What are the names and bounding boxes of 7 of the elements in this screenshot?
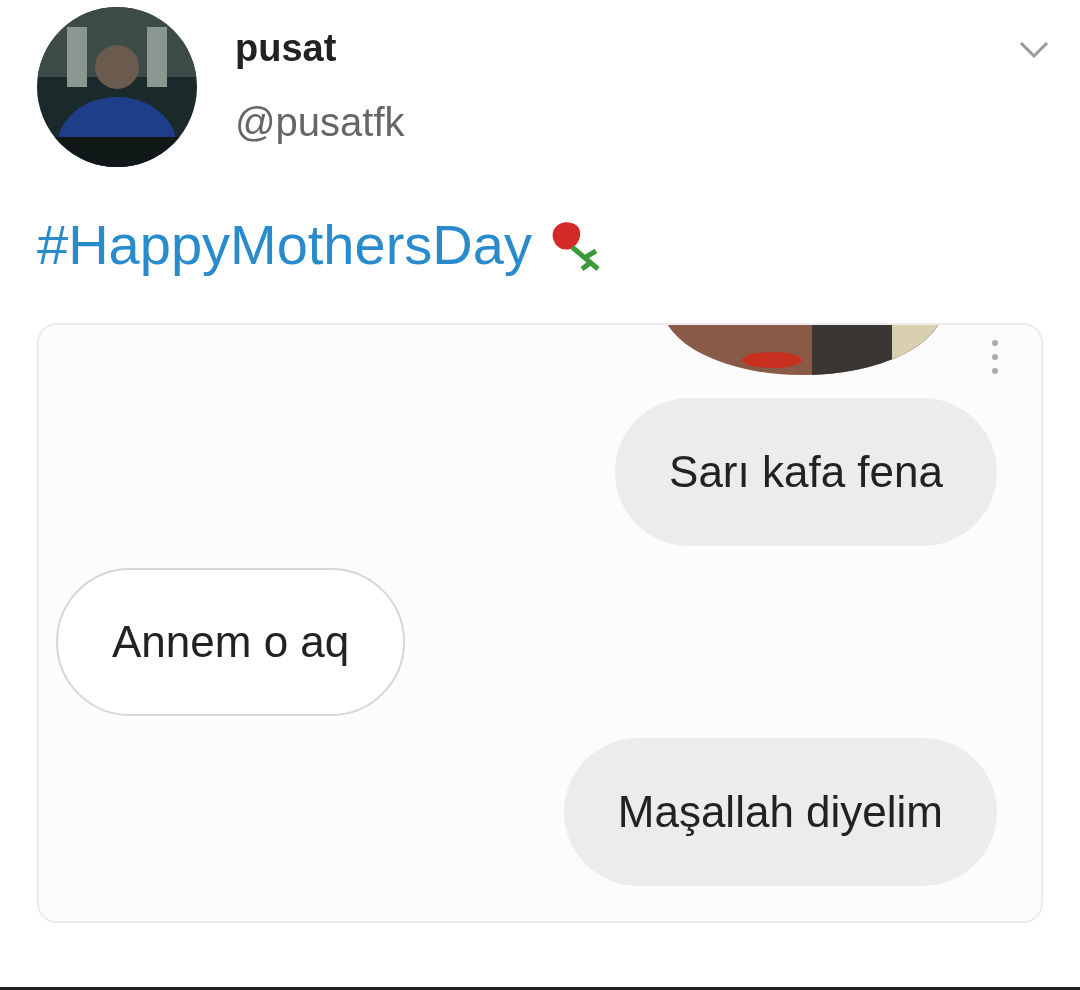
message-bubble: Sarı kafa fena — [615, 398, 997, 546]
message-bubble: Maşallah diyelim — [563, 738, 997, 886]
user-handle: @pusatfk — [235, 102, 405, 142]
chevron-down-icon[interactable] — [1018, 40, 1050, 60]
user-name: pusat — [235, 29, 338, 67]
more-vertical-icon[interactable] — [991, 339, 999, 375]
message-bubble: Annem o aq — [56, 568, 406, 716]
